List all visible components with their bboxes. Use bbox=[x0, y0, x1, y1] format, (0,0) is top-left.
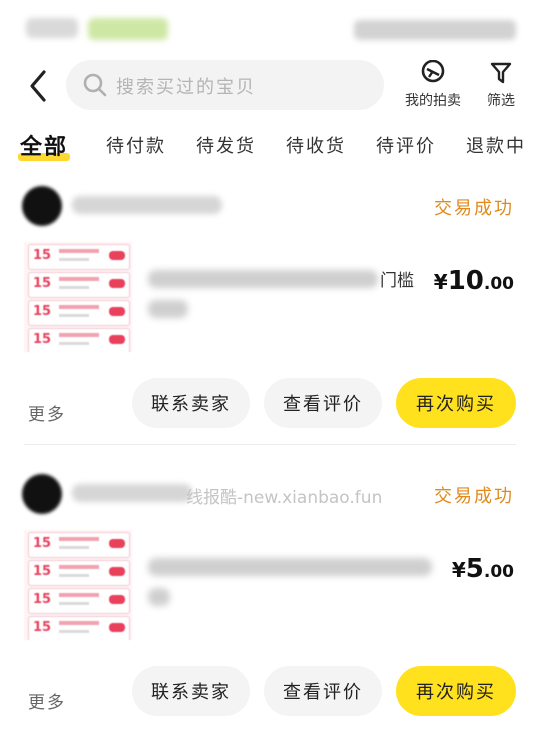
coupon-image: 15 bbox=[28, 328, 130, 352]
product-title[interactable] bbox=[148, 554, 432, 610]
tab-label: 待付款 bbox=[106, 136, 166, 157]
order-price: ¥5.00 bbox=[451, 554, 514, 584]
tab-pending-shipment[interactable]: 待发货 bbox=[196, 132, 256, 158]
order-card[interactable]: 交易成功 15 15 15 15 门槛 ¥10.00 更多 联系卖家 查看评价 … bbox=[0, 180, 540, 450]
title-tail: 门槛 bbox=[380, 271, 414, 291]
filter-button[interactable]: 筛选 bbox=[466, 60, 536, 110]
product-thumbnail[interactable]: 15 15 15 15 bbox=[24, 242, 132, 352]
tab-refunding[interactable]: 退款中 bbox=[466, 132, 526, 158]
tab-all-label: 全部 bbox=[20, 135, 69, 160]
back-arrow-icon bbox=[30, 70, 46, 102]
view-review-button[interactable]: 查看评价 bbox=[264, 378, 382, 428]
tab-label: 退款中 bbox=[466, 136, 526, 157]
tab-label: 待收货 bbox=[286, 136, 346, 157]
shop-name[interactable] bbox=[72, 196, 222, 214]
watermark: 线报酷-new.xianbao.fun bbox=[186, 488, 383, 508]
title-line-blur bbox=[148, 300, 188, 318]
coupon-image: 15 bbox=[28, 532, 130, 558]
view-review-button[interactable]: 查看评价 bbox=[264, 666, 382, 716]
tab-all[interactable]: 全部 bbox=[18, 129, 71, 161]
search-input[interactable]: 搜索买过的宝贝 bbox=[66, 60, 384, 110]
coupon-image: 15 bbox=[28, 272, 130, 298]
order-status: 交易成功 bbox=[434, 486, 514, 507]
title-line-blur bbox=[148, 588, 170, 606]
coupon-image: 15 bbox=[28, 244, 130, 270]
order-price: ¥10.00 bbox=[433, 266, 514, 296]
status-bar bbox=[0, 0, 540, 60]
coupon-image: 15 bbox=[28, 300, 130, 326]
tab-pending-review[interactable]: 待评价 bbox=[376, 132, 436, 158]
back-button[interactable] bbox=[22, 66, 56, 106]
buy-again-button[interactable]: 再次购买 bbox=[396, 378, 516, 428]
coupon-image: 15 bbox=[28, 560, 130, 586]
status-icons-left bbox=[88, 18, 168, 40]
top-bar: 搜索买过的宝贝 我的拍卖 筛选 bbox=[0, 58, 540, 114]
title-line-blur bbox=[148, 558, 432, 576]
filter-icon bbox=[490, 62, 512, 84]
shop-name[interactable] bbox=[72, 484, 192, 502]
shop-avatar[interactable] bbox=[22, 186, 62, 226]
tab-pending-receipt[interactable]: 待收货 bbox=[286, 132, 346, 158]
buy-again-button[interactable]: 再次购买 bbox=[396, 666, 516, 716]
order-status: 交易成功 bbox=[434, 198, 514, 219]
tab-pending-payment[interactable]: 待付款 bbox=[106, 132, 166, 158]
shop-avatar[interactable] bbox=[22, 474, 62, 514]
tab-label: 待评价 bbox=[376, 136, 436, 157]
search-placeholder: 搜索买过的宝贝 bbox=[116, 77, 256, 98]
tab-label: 待发货 bbox=[196, 136, 256, 157]
auction-icon bbox=[421, 60, 445, 83]
more-button[interactable]: 更多 bbox=[28, 688, 66, 713]
title-line-blur bbox=[148, 270, 378, 288]
product-thumbnail[interactable]: 15 15 15 15 bbox=[24, 530, 132, 640]
contact-seller-button[interactable]: 联系卖家 bbox=[132, 666, 250, 716]
search-icon bbox=[83, 73, 107, 97]
my-auction-label: 我的拍卖 bbox=[405, 93, 461, 109]
coupon-image: 15 bbox=[28, 616, 130, 640]
order-tabs: 全部 待付款 待发货 待收货 待评价 退款中 bbox=[0, 126, 540, 166]
divider bbox=[24, 444, 516, 445]
status-time bbox=[26, 18, 78, 38]
more-button[interactable]: 更多 bbox=[28, 400, 66, 425]
coupon-image: 15 bbox=[28, 588, 130, 614]
product-title[interactable]: 门槛 bbox=[148, 266, 418, 322]
status-icons-right bbox=[354, 20, 516, 40]
contact-seller-button[interactable]: 联系卖家 bbox=[132, 378, 250, 428]
filter-label: 筛选 bbox=[487, 93, 515, 109]
my-auction-button[interactable]: 我的拍卖 bbox=[398, 60, 468, 110]
order-card[interactable]: 交易成功 15 15 15 15 ¥5.00 更多 联系卖家 查看评价 再次购买 bbox=[0, 468, 540, 738]
